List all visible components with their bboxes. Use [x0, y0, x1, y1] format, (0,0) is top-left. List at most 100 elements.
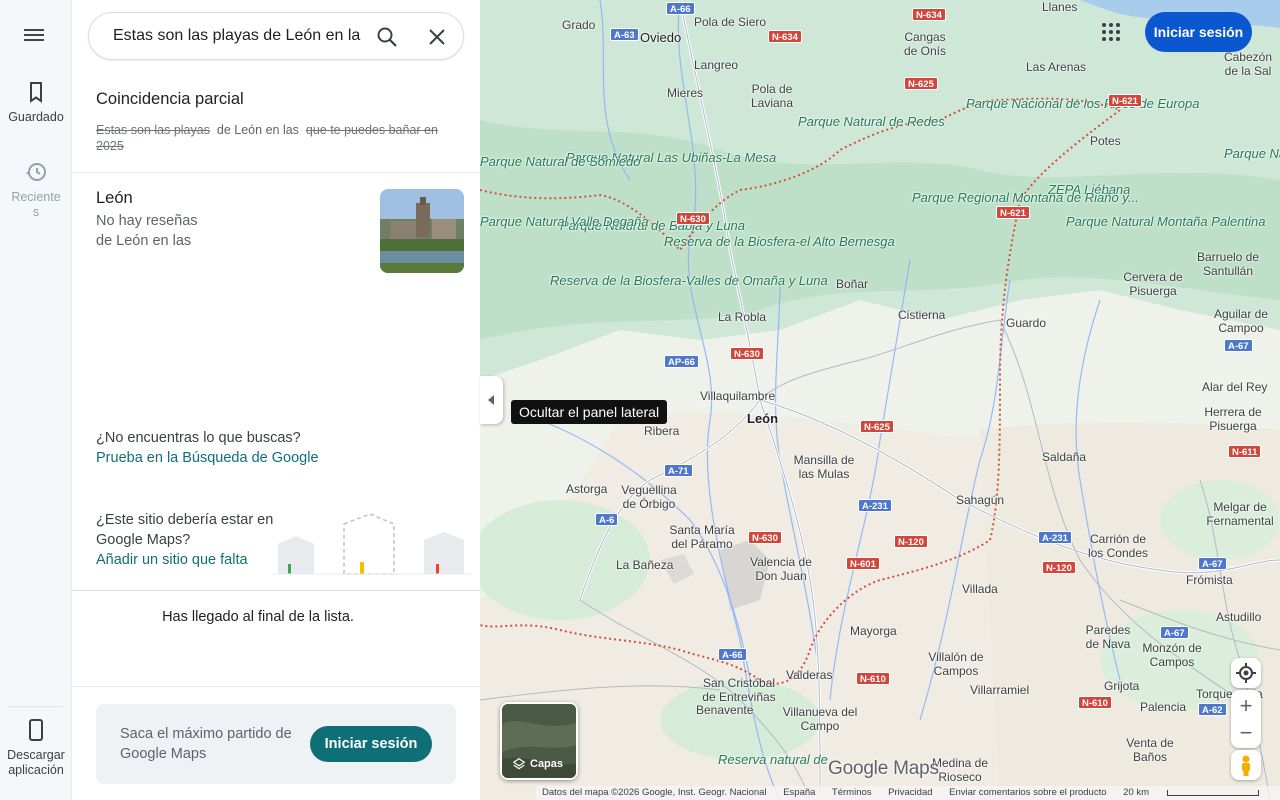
rail-download-app[interactable]: Descargar aplicación: [0, 718, 72, 778]
city-valderas[interactable]: Valderas: [786, 668, 832, 682]
apps-grid-icon[interactable]: [1101, 22, 1121, 42]
city-cabezon-de-la-sal[interactable]: Cabezón de la Sal: [1216, 50, 1280, 78]
partial-match-title: Coincidencia parcial: [96, 90, 244, 108]
city-veguellina-de-orbigo[interactable]: Veguellina de Órbigo: [616, 483, 682, 511]
city-mieres[interactable]: Mieres: [667, 86, 703, 100]
city-leon[interactable]: León: [747, 411, 778, 426]
not-found-block: ¿No encuentras lo que buscas? Prueba en …: [96, 428, 319, 468]
city-llanes[interactable]: Llanes: [1042, 0, 1077, 14]
attribution-terms[interactable]: Términos: [832, 787, 872, 798]
city-sahagun[interactable]: Sahagún: [956, 493, 1004, 507]
city-astudillo[interactable]: Astudillo: [1216, 610, 1261, 624]
road-a62: A-62: [1198, 703, 1227, 716]
search-icon[interactable]: [375, 25, 399, 49]
park-somiedo[interactable]: Parque Natural de Somiedo: [480, 154, 640, 170]
road-n120-east: N-120: [1042, 561, 1076, 574]
city-cangas-de-onis[interactable]: Cangas de Onís: [900, 30, 950, 58]
city-villaquilambre[interactable]: Villaquilambre: [700, 389, 775, 403]
road-a66: A-66: [718, 648, 747, 661]
city-paredes-de-nava[interactable]: Paredes de Nava: [1078, 623, 1138, 651]
attribution-privacy[interactable]: Privacidad: [888, 787, 932, 798]
city-cervera-de-pisuerga[interactable]: Cervera de Pisuerga: [1120, 270, 1186, 298]
city-langreo[interactable]: Langreo: [694, 58, 738, 72]
city-venta-de-banos[interactable]: Venta de Baños: [1120, 736, 1180, 764]
city-mansilla-de-las-mulas[interactable]: Mansilla de las Mulas: [786, 453, 862, 481]
result-item-leon[interactable]: León No hay reseñas de León en las: [72, 173, 480, 283]
city-fromista[interactable]: Frómista: [1186, 573, 1233, 587]
city-santa-maria-del-paramo[interactable]: Santa María del Páramo: [660, 523, 744, 551]
city-villada[interactable]: Villada: [962, 582, 998, 596]
park-valle[interactable]: Parque Natural Valle Degaña: [480, 214, 649, 230]
park-omana-luna[interactable]: Reserva de la Biosfera-Valles de Omaña y…: [550, 273, 828, 289]
missing-place-block: ¿Este sitio debería estar en Google Maps…: [96, 510, 286, 570]
park-picos-de-europa[interactable]: Parque Nacional de los Picos de Europa: [966, 96, 1199, 112]
park-alto-bernesga[interactable]: Reserva de la Biosfera-el Alto Bernesga: [664, 234, 895, 250]
city-mayorga[interactable]: Mayorga: [850, 624, 897, 638]
search-input[interactable]: Estas son las playas de León en las: [113, 27, 361, 45]
city-las-arenas[interactable]: Las Arenas: [1026, 60, 1086, 74]
close-icon[interactable]: [425, 25, 449, 49]
pegman-button[interactable]: [1231, 750, 1261, 780]
layers-button[interactable]: Capas: [500, 702, 578, 780]
road-a66-north: A-66: [666, 2, 695, 15]
city-grado[interactable]: Grado: [562, 18, 595, 32]
attribution-data[interactable]: Datos del mapa ©2026 Google, Inst. Geogr…: [542, 787, 767, 798]
city-benavente[interactable]: Benavente: [696, 703, 753, 717]
result-thumbnail[interactable]: [380, 189, 464, 273]
my-location-button[interactable]: [1231, 658, 1261, 688]
promo-text: Saca el máximo partido de Google Maps: [120, 726, 292, 762]
city-grijota[interactable]: Grijota: [1104, 679, 1139, 693]
attribution-feedback[interactable]: Enviar comentarios sobre el producto: [949, 787, 1106, 798]
city-barruelo-de-santullan[interactable]: Barruelo de Santullán: [1190, 250, 1266, 278]
city-villanueva-del-campo[interactable]: Villanueva del Campo: [780, 705, 860, 733]
city-palencia[interactable]: Palencia: [1140, 700, 1186, 714]
zoom-in-button[interactable]: +: [1231, 693, 1261, 719]
road-a67-south: A-67: [1160, 626, 1189, 639]
city-astorga[interactable]: Astorga: [566, 482, 607, 496]
menu-icon[interactable]: [24, 26, 48, 46]
rail-saved[interactable]: Guardado: [0, 80, 72, 125]
search-box[interactable]: Estas son las playas de León en las: [88, 12, 464, 60]
city-saldana[interactable]: Saldaña: [1042, 450, 1086, 464]
city-carrion-de-los-condes[interactable]: Carrión de los Condes: [1082, 532, 1154, 560]
city-pola-de-siero[interactable]: Pola de Siero: [694, 15, 766, 29]
city-villalon-de-campos[interactable]: Villalón de Campos: [920, 650, 992, 678]
city-bonar[interactable]: Boñar: [836, 277, 868, 291]
park-reserva-natural[interactable]: Reserva natural de: [718, 752, 828, 768]
park-montana-palentina[interactable]: Parque Natural Montaña Palentina: [1066, 214, 1265, 230]
park-riano[interactable]: Parque Regional Montaña de Riaño y...: [912, 190, 1139, 206]
rail-recent[interactable]: Recientes: [0, 160, 72, 220]
google-search-link[interactable]: Prueba en la Búsqueda de Google: [96, 450, 319, 466]
struck-text-1: Estas son las playas: [96, 123, 210, 137]
result-name[interactable]: León: [96, 189, 133, 208]
city-la-robla[interactable]: La Robla: [718, 310, 766, 324]
city-potes[interactable]: Potes: [1090, 134, 1121, 148]
scale-label[interactable]: 20 km: [1123, 787, 1149, 798]
city-villarramiel[interactable]: Villarramiel: [970, 683, 1029, 697]
crosshair-icon: [1236, 663, 1256, 683]
collapse-panel-button[interactable]: [480, 376, 503, 424]
not-found-question: ¿No encuentras lo que buscas?: [96, 430, 301, 446]
city-la-baneza[interactable]: La Bañeza: [616, 558, 673, 572]
add-missing-place-link[interactable]: Añadir un sitio que falta: [96, 552, 248, 568]
road-a6: A-6: [595, 513, 619, 526]
city-oviedo[interactable]: Oviedo: [640, 30, 681, 45]
city-monzon-de-campos[interactable]: Monzón de Campos: [1136, 641, 1208, 669]
city-pola-de-laviana[interactable]: Pola de Laviana: [742, 82, 802, 110]
city-melgar-de-fernamental[interactable]: Melgar de Fernamental: [1200, 500, 1280, 528]
zoom-out-button[interactable]: −: [1231, 720, 1261, 746]
city-alar-del-rey[interactable]: Alar del Rey: [1202, 380, 1267, 394]
city-valencia-de-don-juan[interactable]: Valencia de Don Juan: [748, 555, 814, 583]
city-san-cristobal-de-entrevinas[interactable]: San Cristóbal de Entreviñas: [696, 676, 782, 704]
promo-signin-button[interactable]: Iniciar sesión: [310, 726, 432, 762]
signin-button[interactable]: Iniciar sesión: [1145, 12, 1252, 52]
phone-icon: [29, 719, 43, 741]
park-redes[interactable]: Parque Natural de Redes: [798, 114, 945, 130]
city-aguilar-de-campoo[interactable]: Aguilar de Campoo: [1208, 307, 1274, 335]
city-cistierna[interactable]: Cistierna: [898, 308, 945, 322]
city-guardo[interactable]: Guardo: [1006, 316, 1046, 330]
attribution-country[interactable]: España: [783, 787, 815, 798]
city-herrera-de-pisuerga[interactable]: Herrera de Pisuerga: [1198, 405, 1268, 433]
city-ribera[interactable]: Ribera: [644, 424, 679, 438]
park-saja[interactable]: Parque Natural Saja-Be: [1224, 146, 1280, 162]
